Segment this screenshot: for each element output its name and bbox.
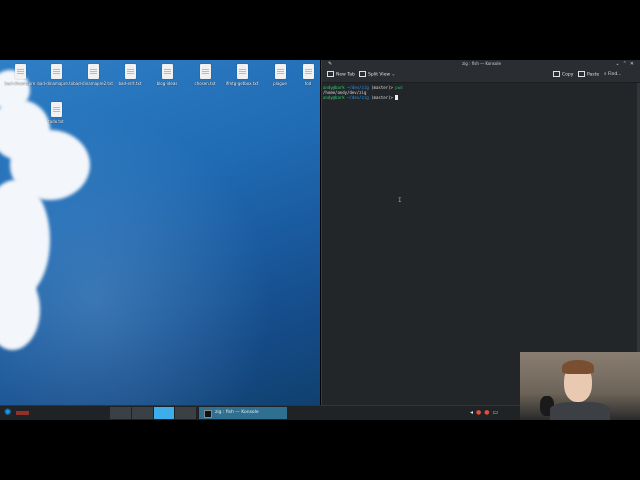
paste-label: Paste [587, 72, 600, 78]
text-file-icon [236, 64, 248, 79]
webcam-overlay [520, 352, 640, 420]
desktop-file-icon[interactable]: bad-dinamapre2.txt [73, 64, 113, 86]
prompt-branch: (master)> [368, 85, 396, 90]
desktop[interactable]: bad-dinamapre bad-dinamapre.txt bad-dina… [0, 60, 320, 405]
text-file-icon [50, 102, 62, 117]
desktop-file-icon[interactable]: bad-dinamapre [0, 64, 40, 86]
file-label: lfmtg-getbox.txt [225, 81, 259, 86]
close-icon[interactable]: ✕ [630, 61, 637, 67]
text-file-icon [199, 64, 211, 79]
desktop-file-icon[interactable]: lfmtg-getbox.txt [222, 64, 262, 86]
konsole-toolbar: New Tab Split View ⌄ Copy Paste ⌕ Find..… [322, 68, 640, 83]
pin-icon[interactable]: ✎ [328, 60, 332, 68]
minimize-icon[interactable]: ⌄ [615, 61, 622, 67]
text-file-icon [161, 64, 173, 79]
window-titlebar[interactable]: ✎ zig : fish — Konsole ⌄⌃✕ [322, 60, 640, 68]
file-label: tod [304, 81, 312, 86]
text-cursor [395, 95, 398, 100]
paste-icon [578, 71, 585, 77]
text-file-icon [274, 64, 286, 79]
window-title: zig : fish — Konsole [462, 61, 501, 66]
record-indicator-icon[interactable]: ● [484, 409, 492, 416]
paste-button[interactable]: Paste [578, 71, 599, 79]
cpu-monitor [16, 411, 38, 415]
text-file-icon [14, 64, 26, 79]
terminal-icon [204, 410, 212, 418]
copy-label: Copy [562, 72, 574, 78]
copy-button[interactable]: Copy [553, 71, 573, 79]
maximize-icon[interactable]: ⌃ [623, 61, 630, 67]
desktop-file-icon[interactable]: bad-errt.txt [110, 64, 150, 86]
file-label: bad-dinamapre [4, 81, 36, 86]
mouse-ibeam-icon: I [398, 197, 402, 204]
chevron-down-icon: ⌄ [391, 72, 396, 78]
file-label: bad-dinamapre.txt [37, 81, 75, 86]
find-label: Find... [607, 72, 622, 77]
file-label: chosen.txt [194, 81, 216, 86]
new-tab-icon [327, 71, 334, 77]
prompt-user: andy@bark [323, 95, 345, 100]
desktop-file-icon[interactable]: blog-ideas [147, 64, 187, 86]
prompt-branch: (master)> [368, 95, 396, 100]
copy-icon [553, 71, 560, 77]
text-file-icon [50, 64, 62, 79]
desktop-file-icon[interactable]: bad-dinamapre.txt [36, 64, 76, 86]
system-tray: ◂●●▭ [470, 407, 520, 419]
pager-desktop-4[interactable] [175, 407, 196, 419]
split-view-button[interactable]: Split View ⌄ [359, 71, 395, 79]
virtual-desktop-pager[interactable] [110, 407, 196, 419]
person-shirt [550, 402, 610, 420]
file-label: bad-errt.txt [118, 81, 142, 86]
pager-desktop-3[interactable] [153, 407, 175, 419]
text-file-icon [124, 64, 136, 79]
file-label: bad-dinamapre2.txt [73, 81, 113, 86]
application-launcher-icon[interactable]: ✺ [4, 407, 13, 419]
file-label: todo.txt [48, 119, 64, 124]
clipboard-icon[interactable]: ▭ [493, 409, 502, 416]
file-label: plague [273, 81, 287, 86]
task-konsole[interactable]: zig : fish — Konsole [199, 407, 287, 419]
desktop-file-icon[interactable]: chosen.txt [185, 64, 225, 86]
command-text: pwd [395, 85, 403, 90]
split-view-label: Split View [368, 72, 391, 78]
desktop-file-icon[interactable]: tod [296, 64, 320, 86]
window-controls: ⌄⌃✕ [615, 60, 637, 68]
split-view-icon [359, 71, 366, 77]
pager-desktop-2[interactable] [131, 407, 153, 419]
screen: bad-dinamapre bad-dinamapre.txt bad-dina… [0, 60, 640, 420]
text-file-icon [302, 64, 314, 79]
new-tab-button[interactable]: New Tab [327, 71, 355, 79]
terminal-line: andy@bark ~/dev/zig (master)> [323, 95, 635, 100]
new-tab-label: New Tab [336, 72, 355, 78]
prompt-path: ~/dev/zig [347, 95, 369, 100]
desktop-file-icon[interactable]: plague [260, 64, 300, 86]
text-file-icon [87, 64, 99, 79]
task-label: zig : fish — Konsole [215, 410, 259, 415]
pager-desktop-1[interactable] [110, 407, 131, 419]
person-hair [562, 360, 594, 374]
desktop-file-icon[interactable]: todo.txt [36, 102, 76, 124]
find-button[interactable]: ⌕ Find... [604, 71, 621, 79]
file-label: blog-ideas [156, 81, 178, 86]
